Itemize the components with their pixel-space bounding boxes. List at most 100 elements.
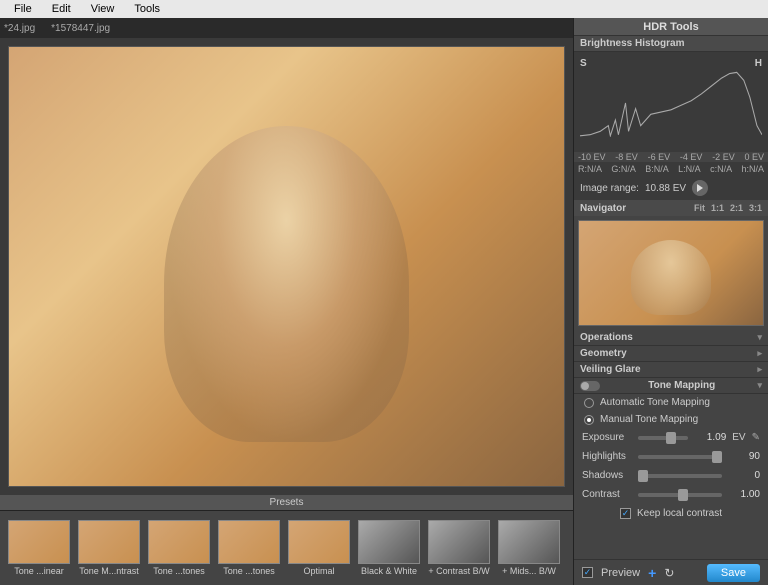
hist-h: H xyxy=(755,58,762,69)
manual-tone-radio[interactable] xyxy=(584,415,594,425)
menu-view[interactable]: View xyxy=(81,3,125,15)
channel-label: R:N/A xyxy=(578,164,602,174)
contrast-value: 1.00 xyxy=(728,489,760,500)
add-icon[interactable]: + xyxy=(648,565,656,581)
tone-mapping-header[interactable]: Tone Mapping▾ xyxy=(574,378,768,394)
refresh-icon[interactable]: ↻ xyxy=(664,566,674,580)
preset-item[interactable]: + Mids... B/W xyxy=(496,520,562,576)
menu-tools[interactable]: Tools xyxy=(124,3,170,15)
left-pane: *24.jpg *1578447.jpg Presets Tone ...ine… xyxy=(0,18,573,585)
canvas[interactable] xyxy=(0,38,573,495)
ev-label: -4 EV xyxy=(680,152,703,162)
preset-label: + Contrast B/W xyxy=(428,566,489,576)
right-panel: HDR Tools Brightness Histogram SH -10 EV… xyxy=(573,18,768,585)
contrast-label: Contrast xyxy=(582,489,632,500)
preset-thumb xyxy=(358,520,420,564)
zoom-3-1[interactable]: 3:1 xyxy=(749,203,762,213)
zoom-2-1[interactable]: 2:1 xyxy=(730,203,743,213)
highlights-label: Highlights xyxy=(582,451,632,462)
shadows-label: Shadows xyxy=(582,470,632,481)
exposure-row: Exposure 1.09 EV ✎ xyxy=(574,428,768,447)
shadows-value: 0 xyxy=(728,470,760,481)
ev-label: 0 EV xyxy=(744,152,764,162)
preview-checkbox[interactable]: ✓ xyxy=(582,567,593,578)
play-button[interactable] xyxy=(692,180,708,196)
presets-strip: Tone ...inear Tone M...ntrast Tone ...tone… xyxy=(0,511,573,585)
shadows-slider[interactable] xyxy=(638,474,722,478)
chevron-down-icon: ▾ xyxy=(757,380,762,391)
preset-item[interactable]: Black & White xyxy=(356,520,422,576)
auto-tone-label: Automatic Tone Mapping xyxy=(600,397,710,408)
channel-label: h:N/A xyxy=(741,164,764,174)
auto-tone-radio[interactable] xyxy=(584,398,594,408)
preset-thumb xyxy=(428,520,490,564)
ev-unit: EV xyxy=(732,432,745,443)
chevron-right-icon: ▸ xyxy=(757,364,762,375)
range-value: 10.88 EV xyxy=(645,183,686,194)
contrast-slider[interactable] xyxy=(638,493,722,497)
zoom-1-1[interactable]: 1:1 xyxy=(711,203,724,213)
channel-label: B:N/A xyxy=(645,164,669,174)
preset-thumb xyxy=(288,520,350,564)
keep-local-checkbox[interactable]: ✓ xyxy=(620,508,631,519)
veiling-glare-header[interactable]: Veiling Glare▸ xyxy=(574,362,768,378)
preset-thumb xyxy=(218,520,280,564)
ev-labels: -10 EV -8 EV -6 EV -4 EV -2 EV 0 EV xyxy=(574,152,768,162)
preset-label: Tone M...ntrast xyxy=(79,566,139,576)
shadows-row: Shadows 0 xyxy=(574,466,768,485)
preset-label: Tone ...tones xyxy=(153,566,205,576)
preset-label: Black & White xyxy=(361,566,417,576)
ev-label: -10 EV xyxy=(578,152,606,162)
operations-header[interactable]: Operations▾ xyxy=(574,330,768,346)
geometry-header[interactable]: Geometry▸ xyxy=(574,346,768,362)
menu-file[interactable]: File xyxy=(4,3,42,15)
keep-local-row[interactable]: ✓ Keep local contrast xyxy=(574,504,768,523)
brightness-histogram: SH xyxy=(574,52,768,152)
tone-toggle[interactable] xyxy=(580,381,600,391)
preset-label: Optimal xyxy=(303,566,334,576)
tab-0[interactable]: *24.jpg xyxy=(4,23,35,34)
navigator-thumbnail[interactable] xyxy=(578,220,764,326)
exposure-label: Exposure xyxy=(582,432,632,443)
preset-item[interactable]: Tone M...ntrast xyxy=(76,520,142,576)
ev-label: -2 EV xyxy=(712,152,735,162)
presets-header: Presets xyxy=(0,495,573,511)
preset-item[interactable]: + Contrast B/W xyxy=(426,520,492,576)
preset-label: Tone ...inear xyxy=(14,566,64,576)
preset-item[interactable]: Tone ...tones xyxy=(216,520,282,576)
highlights-slider[interactable] xyxy=(638,455,722,459)
preview-label: Preview xyxy=(601,567,640,579)
contrast-row: Contrast 1.00 xyxy=(574,485,768,504)
auto-tone-row[interactable]: Automatic Tone Mapping xyxy=(574,394,768,411)
preset-thumb xyxy=(8,520,70,564)
channel-label: L:N/A xyxy=(678,164,701,174)
ev-label: -8 EV xyxy=(615,152,638,162)
save-button[interactable]: Save xyxy=(707,564,760,582)
preset-thumb xyxy=(148,520,210,564)
eyedropper-icon[interactable]: ✎ xyxy=(752,432,760,443)
preset-thumb xyxy=(498,520,560,564)
navigator-title: Navigator xyxy=(580,203,626,214)
channel-readouts: R:N/AG:N/AB:N/AL:N/Ac:N/Ah:N/A xyxy=(574,162,768,176)
preset-label: + Mids... B/W xyxy=(502,566,556,576)
image-range-row: Image range: 10.88 EV xyxy=(574,176,768,200)
preset-label: Tone ...tones xyxy=(223,566,275,576)
exposure-slider[interactable] xyxy=(638,436,688,440)
manual-tone-row[interactable]: Manual Tone Mapping xyxy=(574,411,768,428)
tab-1[interactable]: *1578447.jpg xyxy=(51,23,110,34)
zoom-fit[interactable]: Fit xyxy=(694,203,705,213)
exposure-value: 1.09 xyxy=(694,432,726,443)
panel-title: HDR Tools xyxy=(574,18,768,36)
menu-edit[interactable]: Edit xyxy=(42,3,81,15)
keep-local-label: Keep local contrast xyxy=(637,508,722,519)
navigator-header: Navigator Fit 1:1 2:1 3:1 xyxy=(574,200,768,216)
highlights-value: 90 xyxy=(728,451,760,462)
image-preview xyxy=(8,46,565,487)
preset-item[interactable]: Tone ...inear xyxy=(6,520,72,576)
range-label: Image range: xyxy=(580,183,639,194)
preset-item[interactable]: Tone ...tones xyxy=(146,520,212,576)
ev-label: -6 EV xyxy=(648,152,671,162)
highlights-row: Highlights 90 xyxy=(574,447,768,466)
panel-footer: ✓ Preview + ↻ Save xyxy=(574,559,768,585)
preset-item[interactable]: Optimal xyxy=(286,520,352,576)
